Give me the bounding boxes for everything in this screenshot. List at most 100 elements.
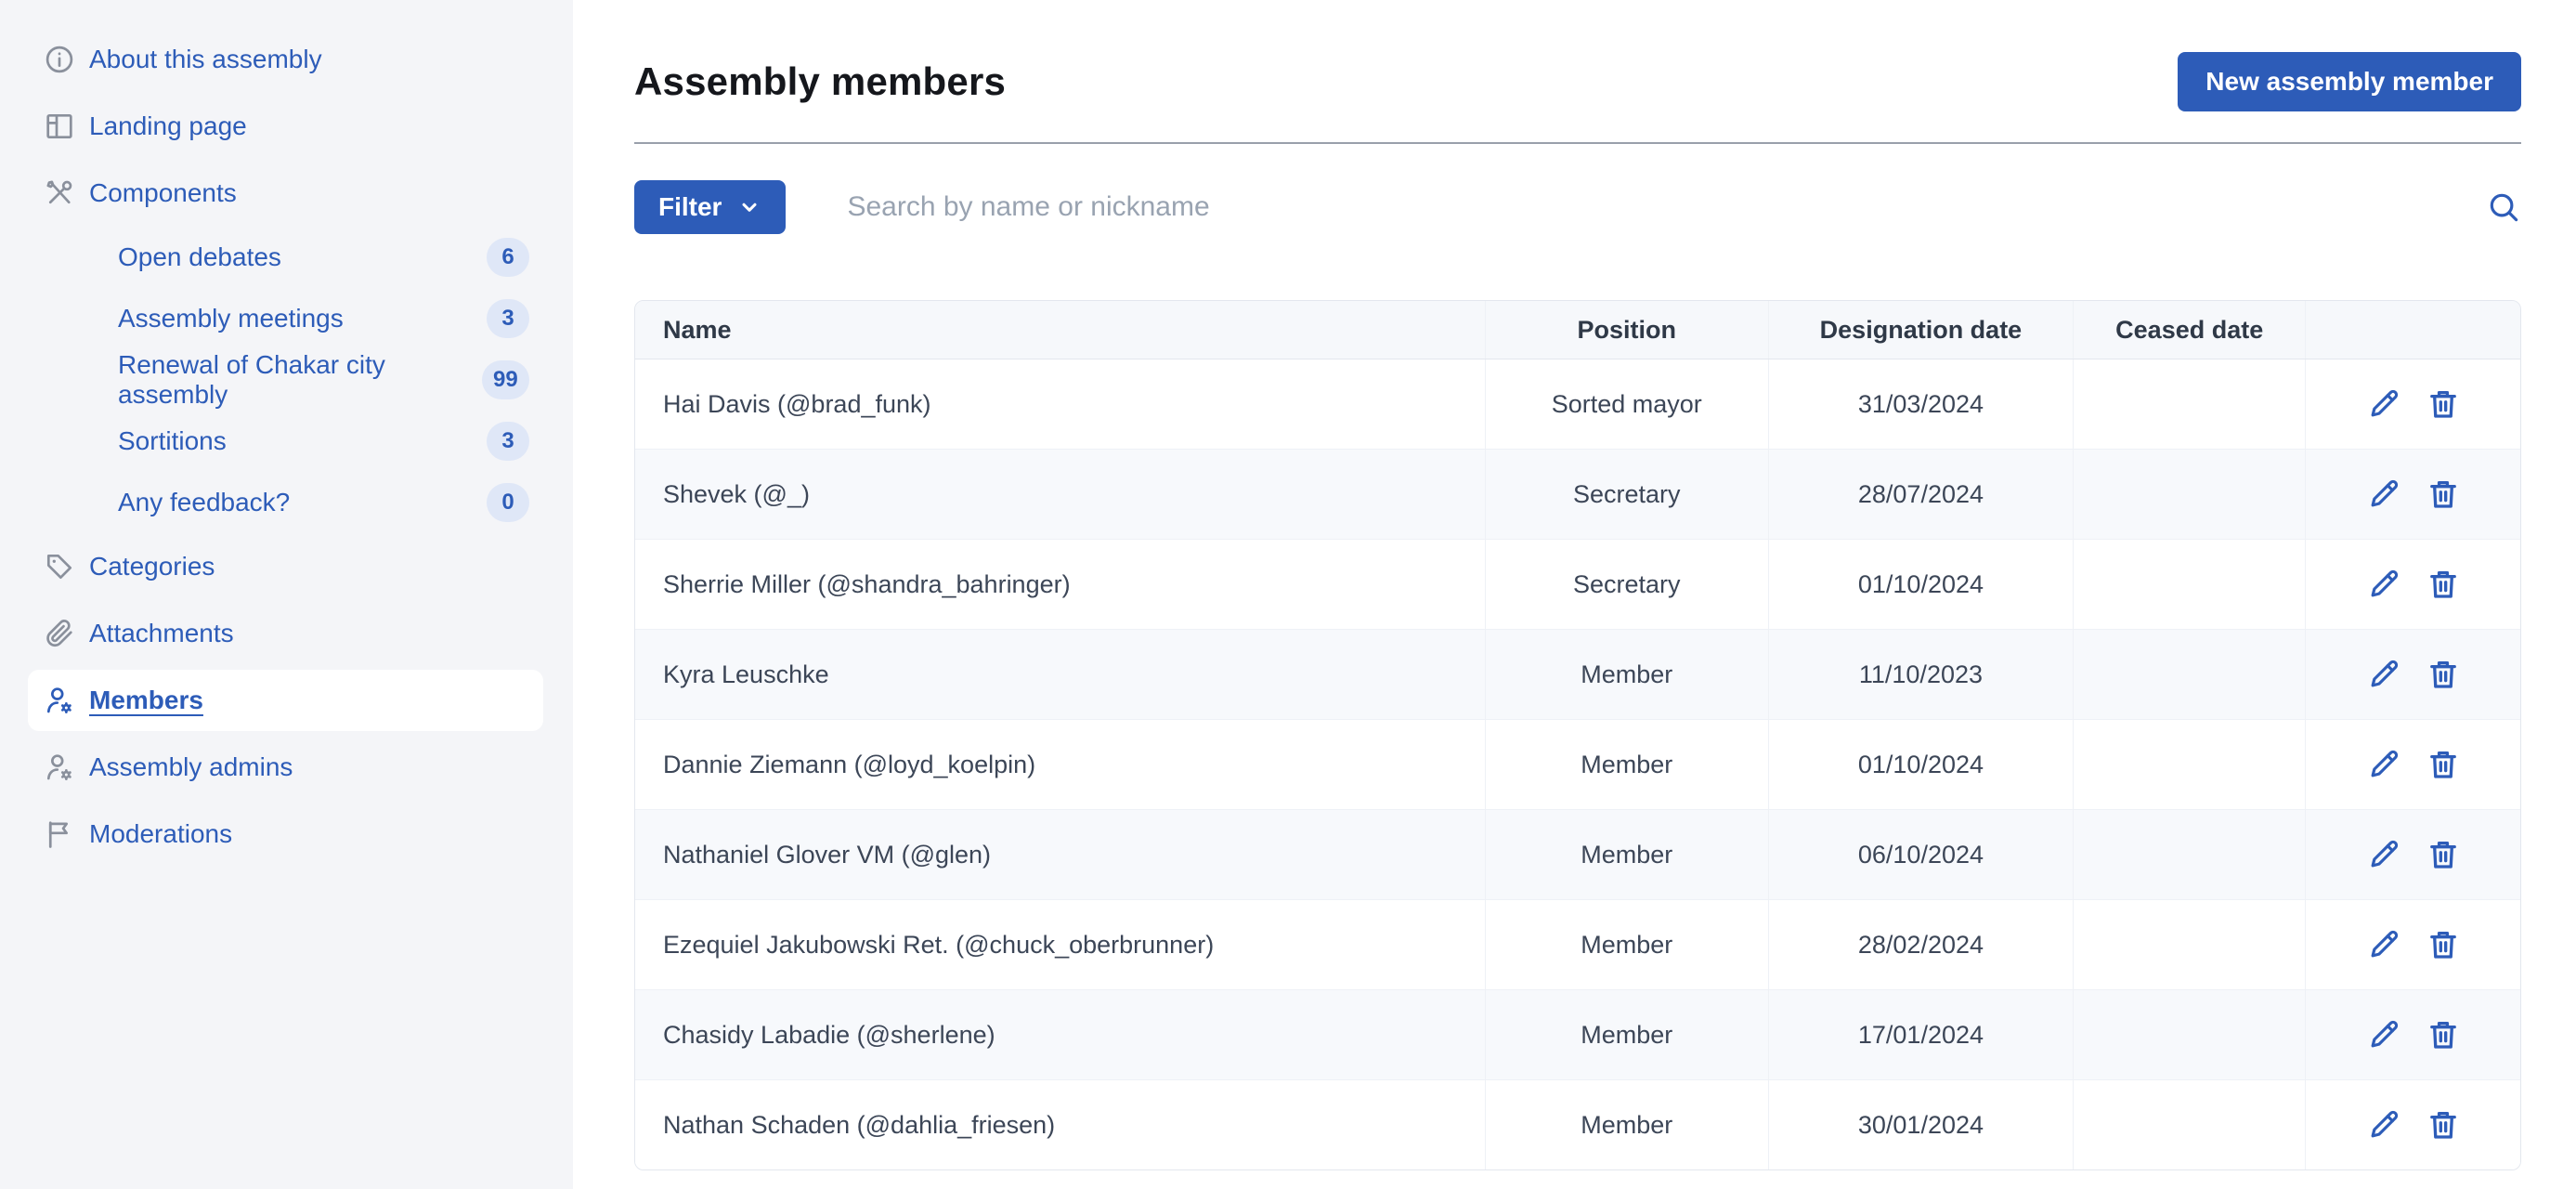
ceased-date — [2073, 359, 2306, 450]
ceased-date — [2073, 899, 2306, 990]
sidebar-item-moderations[interactable]: Moderations — [28, 804, 543, 865]
edit-button[interactable] — [2366, 477, 2401, 512]
designation-date: 28/07/2024 — [1767, 449, 2074, 540]
members-table-grid: Name Position Designation date Ceased date … — [635, 301, 2520, 1169]
row-actions — [2305, 539, 2520, 630]
member-position: Member — [1485, 899, 1769, 990]
sidebar-item-renewal-of-chakar-city-assembly[interactable]: Renewal of Chakar city assembly 99 — [28, 350, 543, 409]
sidebar-item-label: Attachments — [89, 619, 234, 647]
sidebar-item-assembly-meetings[interactable]: Assembly meetings 3 — [28, 291, 543, 346]
count-badge: 0 — [487, 483, 529, 522]
delete-button[interactable] — [2426, 477, 2461, 512]
sidebar-item-components[interactable]: Components — [28, 163, 543, 224]
ceased-date — [2073, 809, 2306, 900]
row-actions — [2305, 989, 2520, 1080]
sidebar-item-sortitions[interactable]: Sortitions 3 — [28, 413, 543, 469]
delete-button[interactable] — [2426, 1017, 2461, 1052]
row-actions — [2305, 449, 2520, 540]
member-name: Nathaniel Glover VM (@glen) — [635, 809, 1486, 900]
sidebar: About this assembly Landing page Component… — [0, 0, 573, 1189]
column-header-ceased-date: Ceased date — [2073, 301, 2306, 359]
edit-button[interactable] — [2366, 1017, 2401, 1052]
edit-button[interactable] — [2366, 927, 2401, 962]
user-gear-icon — [43, 751, 76, 784]
column-header-designation-date: Designation date — [1767, 301, 2074, 359]
ceased-date — [2073, 539, 2306, 630]
sidebar-nav: About this assembly Landing page Component… — [0, 29, 573, 865]
designation-date: 06/10/2024 — [1767, 809, 2074, 900]
sidebar-item-label: Any feedback? — [118, 488, 291, 516]
sidebar-item-label: Components — [89, 178, 237, 207]
member-position: Member — [1485, 809, 1769, 900]
paperclip-icon — [43, 617, 76, 650]
info-icon — [43, 43, 76, 76]
member-name: Shevek (@_) — [635, 449, 1486, 540]
column-header-actions — [2305, 301, 2520, 359]
sidebar-item-categories[interactable]: Categories — [28, 536, 543, 597]
row-actions — [2305, 1079, 2520, 1169]
sidebar-item-any-feedback[interactable]: Any feedback? 0 — [28, 475, 543, 530]
row-actions — [2305, 719, 2520, 810]
sidebar-item-attachments[interactable]: Attachments — [28, 603, 543, 664]
delete-button[interactable] — [2426, 927, 2461, 962]
edit-button[interactable] — [2366, 837, 2401, 872]
row-actions — [2305, 629, 2520, 720]
sidebar-item-landing-page[interactable]: Landing page — [28, 96, 543, 157]
ceased-date — [2073, 629, 2306, 720]
delete-button[interactable] — [2426, 657, 2461, 692]
table-row: Sherrie Miller (@shandra_bahringer) Secre… — [635, 539, 2520, 630]
filter-button[interactable]: Filter — [634, 180, 787, 234]
member-name: Chasidy Labadie (@sherlene) — [635, 989, 1486, 1080]
sidebar-item-label: Moderations — [89, 819, 233, 848]
member-position: Member — [1485, 719, 1769, 810]
sidebar-item-label: Members — [89, 686, 203, 714]
column-header-position: Position — [1485, 301, 1769, 359]
delete-button[interactable] — [2426, 386, 2461, 422]
search-icon[interactable] — [2486, 189, 2521, 225]
toolbar: Filter — [634, 180, 2521, 234]
delete-button[interactable] — [2426, 747, 2461, 782]
page-title: Assembly members — [634, 59, 1007, 103]
page: { "colors": { "accent_blue": "#2d5cb8", … — [0, 0, 2576, 1189]
row-actions — [2305, 809, 2520, 900]
delete-button[interactable] — [2426, 1107, 2461, 1143]
designation-date: 31/03/2024 — [1767, 359, 2074, 450]
edit-button[interactable] — [2366, 747, 2401, 782]
sidebar-item-members[interactable]: Members — [28, 670, 543, 731]
member-name: Kyra Leuschke — [635, 629, 1486, 720]
table-row: Chasidy Labadie (@sherlene) Member 17/01/2… — [635, 989, 2520, 1080]
tag-icon — [43, 550, 76, 583]
member-name: Hai Davis (@brad_funk) — [635, 359, 1486, 450]
edit-button[interactable] — [2366, 386, 2401, 422]
filter-label: Filter — [658, 192, 722, 221]
table-row: Shevek (@_) Secretary 28/07/2024 — [635, 449, 2520, 540]
member-name: Nathan Schaden (@dahlia_friesen) — [635, 1079, 1486, 1169]
delete-button[interactable] — [2426, 837, 2461, 872]
sidebar-item-open-debates[interactable]: Open debates 6 — [28, 229, 543, 285]
search-input[interactable] — [845, 190, 2467, 224]
edit-button[interactable] — [2366, 657, 2401, 692]
row-actions — [2305, 359, 2520, 450]
sidebar-item-about-this-assembly[interactable]: About this assembly — [28, 29, 543, 90]
member-position: Member — [1485, 629, 1769, 720]
table-row: Nathan Schaden (@dahlia_friesen) Member 30… — [635, 1079, 2520, 1169]
divider — [634, 142, 2521, 144]
new-assembly-member-button[interactable]: New assembly member — [2178, 52, 2521, 111]
sidebar-item-assembly-admins[interactable]: Assembly admins — [28, 737, 543, 798]
table-row: Nathaniel Glover VM (@glen) Member 06/10/2… — [635, 809, 2520, 900]
designation-date: 01/10/2024 — [1767, 719, 2074, 810]
count-badge: 3 — [487, 299, 529, 338]
sidebar-item-label: Assembly meetings — [118, 304, 344, 333]
edit-button[interactable] — [2366, 1107, 2401, 1143]
sidebar-item-label: Sortitions — [118, 426, 227, 455]
tools-icon — [43, 176, 76, 210]
flag-icon — [43, 817, 76, 851]
sidebar-item-label: Open debates — [118, 242, 281, 271]
delete-button[interactable] — [2426, 567, 2461, 602]
count-badge: 3 — [487, 422, 529, 461]
edit-button[interactable] — [2366, 567, 2401, 602]
designation-date: 28/02/2024 — [1767, 899, 2074, 990]
designation-date: 17/01/2024 — [1767, 989, 2074, 1080]
member-position: Sorted mayor — [1485, 359, 1769, 450]
sidebar-item-label: Assembly admins — [89, 752, 293, 781]
